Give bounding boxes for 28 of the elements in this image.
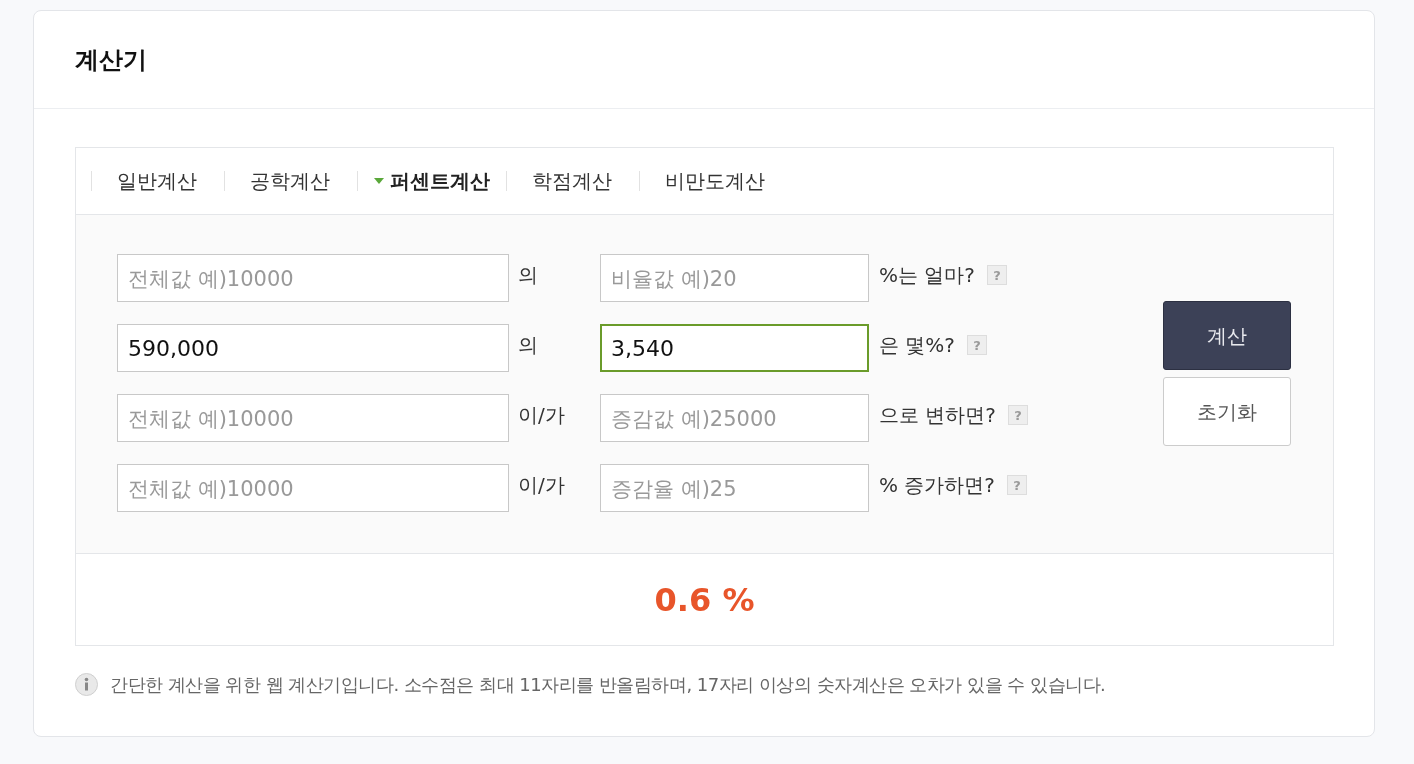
connector-text: 의 <box>518 263 538 287</box>
result-text: 0.6 % <box>654 579 755 621</box>
info-note: 간단한 계산을 위한 웹 계산기입니다. 소수점은 최대 11자리를 반올림하며, 17자리 이상의 숫자계산은 오차가 있을 수 있습니다. <box>110 673 1106 697</box>
input-field[interactable]: 전체값 예)10000 <box>117 254 509 302</box>
question-text: % 증가하면? <box>879 472 995 499</box>
calculate-button[interactable]: 계산 <box>1163 301 1291 370</box>
tab[interactable]: 비만도계산 <box>640 166 792 196</box>
connector-text: 이/가 <box>518 473 565 497</box>
question-text: %는 얼마? <box>879 262 975 289</box>
input-field[interactable]: 3,540 <box>600 324 869 372</box>
reset-button[interactable]: 초기화 <box>1163 377 1291 446</box>
caret-icon <box>374 178 384 184</box>
tab[interactable]: 퍼센트계산 <box>358 166 506 196</box>
tab[interactable]: 일반계산 <box>92 166 224 196</box>
input-field[interactable]: 전체값 예)10000 <box>117 464 509 512</box>
input-field[interactable]: 비율값 예)20 <box>600 254 869 302</box>
input-field[interactable]: 590,000 <box>117 324 509 372</box>
card-title: 계산기 <box>75 44 147 76</box>
question-text: 으로 변하면? <box>879 402 996 429</box>
info-icon <box>75 673 98 696</box>
question-text: 은 몇%? <box>879 332 955 359</box>
connector-text: 의 <box>518 333 538 357</box>
input-field[interactable]: 증감값 예)25000 <box>600 394 869 442</box>
input-field[interactable]: 전체값 예)10000 <box>117 394 509 442</box>
input-field[interactable]: 증감율 예)25 <box>600 464 869 512</box>
tab[interactable]: 공학계산 <box>225 166 357 196</box>
connector-text: 이/가 <box>518 403 565 427</box>
tab[interactable]: 학점계산 <box>507 166 639 196</box>
